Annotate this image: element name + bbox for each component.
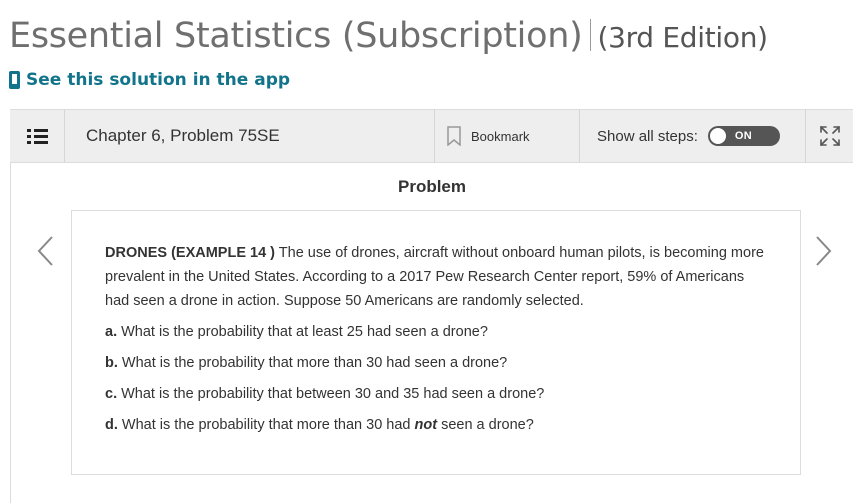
problem-intro-title: DRONES (EXAMPLE 14 ) — [105, 245, 275, 261]
toggle-state-text: ON — [734, 130, 752, 142]
bookmark-icon — [447, 126, 461, 146]
book-title: Essential Statistics (Subscription) (3rd … — [9, 14, 768, 60]
question-d-text-after: seen a drone? — [437, 417, 534, 433]
show-all-steps-control: Show all steps: ON — [581, 110, 806, 162]
bookmark-label: Bookmark — [471, 128, 530, 144]
phone-icon — [9, 71, 20, 89]
question-d-letter: d. — [105, 417, 118, 433]
expand-icon — [820, 126, 840, 146]
next-problem-arrow-icon[interactable] — [813, 235, 833, 267]
see-solution-in-app-link[interactable]: See this solution in the app — [9, 70, 290, 90]
problem-intro: DRONES (EXAMPLE 14 ) The use of drones, … — [105, 241, 767, 313]
question-b: b. What is the probability that more tha… — [105, 351, 767, 375]
problem-heading: Problem — [397, 177, 467, 196]
toggle-knob — [708, 127, 727, 145]
previous-problem-arrow-icon[interactable] — [36, 235, 56, 267]
show-all-steps-label: Show all steps: — [597, 127, 698, 145]
question-b-text: What is the probability that more than 3… — [117, 355, 508, 371]
solution-toolbar: Chapter 6, Problem 75SE Bookmark Show al… — [10, 109, 853, 163]
question-c-letter: c. — [105, 386, 118, 402]
question-d: d. What is the probability that more tha… — [105, 413, 767, 437]
chapter-problem-label: Chapter 6, Problem 75SE — [65, 110, 435, 162]
title-divider — [590, 19, 592, 51]
app-link-label: See this solution in the app — [26, 70, 291, 90]
table-of-contents-button[interactable] — [10, 110, 65, 162]
show-all-steps-toggle[interactable]: ON — [707, 126, 780, 146]
question-b-letter: b. — [105, 355, 118, 371]
book-edition: (3rd Edition) — [597, 21, 768, 54]
question-a-letter: a. — [105, 324, 118, 340]
book-title-text: Essential Statistics (Subscription) — [9, 16, 583, 56]
solution-content: Problem DRONES (EXAMPLE 14 ) The use of … — [10, 163, 853, 503]
fullscreen-button[interactable] — [807, 110, 853, 162]
question-a-text: What is the probability that at least 25… — [117, 324, 488, 340]
bookmark-button[interactable]: Bookmark — [435, 110, 580, 162]
list-menu-icon — [26, 128, 48, 144]
question-c-text: What is the probability that between 30 … — [117, 386, 545, 402]
question-a: a. What is the probability that at least… — [105, 320, 767, 344]
question-d-emphasis: not — [414, 417, 438, 433]
problem-box: DRONES (EXAMPLE 14 ) The use of drones, … — [71, 210, 801, 475]
question-d-text-before: What is the probability that more than 3… — [117, 417, 415, 433]
question-c: c. What is the probability that between … — [105, 382, 767, 406]
